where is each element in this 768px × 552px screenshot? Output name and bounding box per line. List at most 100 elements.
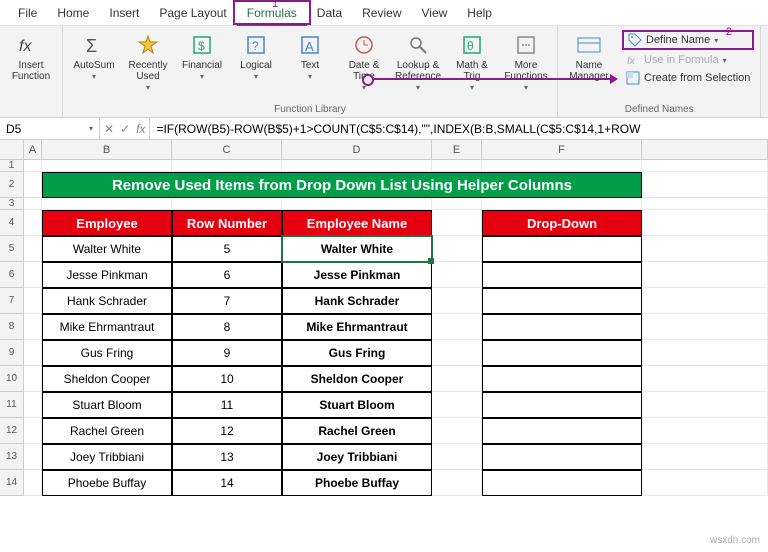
cell[interactable] [432, 198, 482, 210]
col-header-d[interactable]: D [282, 140, 432, 159]
cell-employee-name[interactable]: Phoebe Buffay [282, 470, 432, 496]
cell[interactable] [642, 340, 768, 366]
cell-employee[interactable]: Stuart Bloom [42, 392, 172, 418]
more-functions-button[interactable]: More Functions▾ [501, 30, 551, 95]
row-header[interactable]: 5 [0, 236, 24, 262]
define-name-button[interactable]: Define Name ▾ [622, 30, 754, 50]
cell[interactable] [642, 236, 768, 262]
cell[interactable] [282, 160, 432, 172]
cell-drop-down[interactable] [482, 366, 642, 392]
cell-employee-name[interactable]: Hank Schrader [282, 288, 432, 314]
cell[interactable] [432, 366, 482, 392]
col-header-e[interactable]: E [432, 140, 482, 159]
row-header[interactable]: 8 [0, 314, 24, 340]
cell[interactable] [432, 314, 482, 340]
cell-employee[interactable]: Walter White [42, 236, 172, 262]
cell-employee[interactable]: Joey Tribbiani [42, 444, 172, 470]
cell[interactable] [642, 262, 768, 288]
insert-function-button[interactable]: fx Insert Function [6, 30, 56, 84]
cell-employee[interactable]: Phoebe Buffay [42, 470, 172, 496]
cell-employee-name[interactable]: Joey Tribbiani [282, 444, 432, 470]
cell-drop-down[interactable] [482, 314, 642, 340]
row-header[interactable]: 6 [0, 262, 24, 288]
cell[interactable] [432, 210, 482, 236]
title-cell[interactable]: Remove Used Items from Drop Down List Us… [42, 172, 642, 198]
cell[interactable] [642, 418, 768, 444]
cell[interactable] [24, 160, 42, 172]
cell[interactable] [432, 288, 482, 314]
cell[interactable] [42, 160, 172, 172]
cell-row-number[interactable]: 11 [172, 392, 282, 418]
header-employee-name[interactable]: Employee Name [282, 210, 432, 236]
cell-row-number[interactable]: 8 [172, 314, 282, 340]
autosum-button[interactable]: Σ AutoSum▾ [69, 30, 119, 84]
cell-row-number[interactable]: 12 [172, 418, 282, 444]
col-header-b[interactable]: B [42, 140, 172, 159]
cell[interactable] [432, 444, 482, 470]
menu-formulas[interactable]: Formulas [237, 2, 307, 26]
fx-icon[interactable]: fx [136, 122, 145, 136]
cell[interactable] [24, 444, 42, 470]
cell-employee[interactable]: Hank Schrader [42, 288, 172, 314]
cell-employee[interactable]: Gus Fring [42, 340, 172, 366]
cell[interactable] [24, 392, 42, 418]
row-header[interactable]: 1 [0, 160, 24, 172]
cell-row-number[interactable]: 14 [172, 470, 282, 496]
header-row-number[interactable]: Row Number [172, 210, 282, 236]
name-manager-button[interactable]: Name Manager [564, 30, 614, 84]
date-time-button[interactable]: Date & Time▾ [339, 30, 389, 95]
row-header[interactable]: 7 [0, 288, 24, 314]
cell-employee-name[interactable]: Walter White [282, 236, 432, 262]
cell[interactable] [642, 470, 768, 496]
header-drop-down[interactable]: Drop-Down [482, 210, 642, 236]
row-header[interactable]: 10 [0, 366, 24, 392]
cell[interactable] [432, 470, 482, 496]
cell[interactable] [642, 160, 768, 172]
cell[interactable] [24, 198, 42, 210]
cell[interactable] [24, 314, 42, 340]
cell-employee[interactable]: Mike Ehrmantraut [42, 314, 172, 340]
cell[interactable] [432, 392, 482, 418]
financial-button[interactable]: $ Financial▾ [177, 30, 227, 84]
menu-data[interactable]: Data [307, 2, 352, 24]
cell-employee-name[interactable]: Sheldon Cooper [282, 366, 432, 392]
math-trig-button[interactable]: θ Math & Trig▾ [447, 30, 497, 95]
cell[interactable] [642, 210, 768, 236]
cell-row-number[interactable]: 9 [172, 340, 282, 366]
cell-row-number[interactable]: 10 [172, 366, 282, 392]
cell[interactable] [24, 418, 42, 444]
cell-row-number[interactable]: 5 [172, 236, 282, 262]
name-box[interactable]: D5 ▾ [0, 118, 100, 139]
cell-row-number[interactable]: 7 [172, 288, 282, 314]
cell[interactable] [172, 198, 282, 210]
cell-drop-down[interactable] [482, 262, 642, 288]
row-header[interactable]: 2 [0, 172, 24, 198]
cell-row-number[interactable]: 6 [172, 262, 282, 288]
cell[interactable] [432, 236, 482, 262]
lookup-reference-button[interactable]: Lookup & Reference▾ [393, 30, 443, 95]
menu-insert[interactable]: Insert [99, 2, 149, 24]
cell-employee[interactable]: Sheldon Cooper [42, 366, 172, 392]
col-header-blank[interactable] [642, 140, 768, 159]
recently-used-button[interactable]: Recently Used▾ [123, 30, 173, 95]
cell-drop-down[interactable] [482, 444, 642, 470]
cell-employee[interactable]: Jesse Pinkman [42, 262, 172, 288]
cell[interactable] [432, 418, 482, 444]
cell-employee-name[interactable]: Gus Fring [282, 340, 432, 366]
cell[interactable] [642, 172, 768, 198]
enter-icon[interactable]: ✓ [120, 122, 130, 136]
cell[interactable] [24, 470, 42, 496]
menu-help[interactable]: Help [457, 2, 502, 24]
cell-employee[interactable]: Rachel Green [42, 418, 172, 444]
cell-drop-down[interactable] [482, 340, 642, 366]
cell[interactable] [432, 340, 482, 366]
cell-drop-down[interactable] [482, 288, 642, 314]
cell-employee-name[interactable]: Rachel Green [282, 418, 432, 444]
cell[interactable] [42, 198, 172, 210]
col-header-c[interactable]: C [172, 140, 282, 159]
cell-drop-down[interactable] [482, 236, 642, 262]
row-header[interactable]: 11 [0, 392, 24, 418]
cell-drop-down[interactable] [482, 418, 642, 444]
cell[interactable] [432, 160, 482, 172]
cell-row-number[interactable]: 13 [172, 444, 282, 470]
